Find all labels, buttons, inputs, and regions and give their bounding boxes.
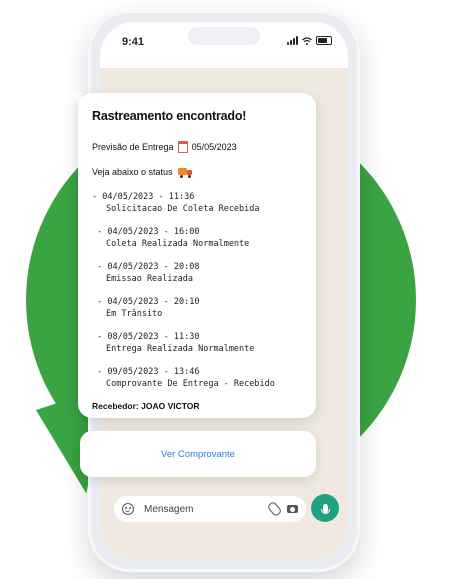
status-intro-text: Veja abaixo o status bbox=[92, 167, 173, 177]
microphone-button[interactable] bbox=[311, 494, 339, 522]
tracking-event: - 04/05/2023 - 16:00 Coleta Realizada No… bbox=[92, 226, 302, 250]
phone-notch bbox=[188, 27, 260, 45]
event-date: - 04/05/2023 - 20:10 bbox=[92, 297, 200, 307]
event-date: - 04/05/2023 - 20:08 bbox=[92, 262, 200, 272]
event-description: Coleta Realizada Normalmente bbox=[106, 239, 250, 249]
event-date: - 09/05/2023 - 13:46 bbox=[92, 367, 200, 377]
event-description: Solicitacao De Coleta Recebida bbox=[106, 204, 260, 214]
delivery-truck-icon bbox=[177, 167, 192, 178]
tracking-message-bubble: Rastreamento encontrado! Previsão de Ent… bbox=[78, 93, 316, 418]
battery-icon bbox=[316, 36, 332, 45]
event-date: - 04/05/2023 - 11:36 bbox=[92, 192, 195, 202]
event-description: Em Trânsito bbox=[106, 309, 163, 319]
event-description: Emissao Realizada bbox=[106, 274, 193, 284]
message-input[interactable] bbox=[142, 502, 262, 516]
calendar-icon bbox=[177, 141, 188, 153]
status-icons bbox=[287, 36, 332, 45]
tracking-event: - 04/05/2023 - 20:10 Em Trânsito bbox=[92, 296, 302, 320]
paperclip-icon[interactable] bbox=[266, 500, 283, 518]
status-bar: 9:41 bbox=[100, 22, 348, 68]
view-receipt-label: Ver Comprovante bbox=[161, 448, 235, 460]
emoji-icon[interactable] bbox=[122, 503, 134, 515]
event-description: Entrega Realizada Normalmente bbox=[106, 344, 255, 354]
event-description: Comprovante De Entrega - Recebido bbox=[106, 379, 275, 389]
event-date: - 04/05/2023 - 16:00 bbox=[92, 227, 200, 237]
event-date: - 08/05/2023 - 11:30 bbox=[92, 332, 200, 342]
status-time: 9:41 bbox=[122, 36, 145, 48]
microphone-icon bbox=[320, 503, 330, 514]
delivery-forecast: Previsão de Entrega 05/05/2023 bbox=[92, 141, 302, 153]
tracking-event: - 08/05/2023 - 11:30 Entrega Realizada N… bbox=[92, 331, 302, 355]
signal-icon bbox=[287, 36, 298, 45]
status-intro: Veja abaixo o status bbox=[92, 167, 302, 178]
message-title: Rastreamento encontrado! bbox=[92, 109, 247, 123]
camera-icon[interactable] bbox=[287, 505, 298, 513]
forecast-date: 05/05/2023 bbox=[191, 142, 237, 152]
tracking-events: - 04/05/2023 - 11:36 Solicitacao De Cole… bbox=[92, 191, 302, 390]
tracking-event: - 09/05/2023 - 13:46 Comprovante De Entr… bbox=[92, 366, 302, 390]
tracking-event: - 04/05/2023 - 20:08 Emissao Realizada bbox=[92, 261, 302, 285]
wifi-icon bbox=[302, 36, 312, 45]
forecast-label: Previsão de Entrega bbox=[92, 142, 174, 152]
tracking-event: - 04/05/2023 - 11:36 Solicitacao De Cole… bbox=[92, 191, 302, 215]
receiver-name: Recebedor: JOAO VICTOR bbox=[92, 401, 200, 411]
view-receipt-button[interactable]: Ver Comprovante bbox=[80, 431, 316, 477]
message-composer bbox=[114, 496, 306, 522]
